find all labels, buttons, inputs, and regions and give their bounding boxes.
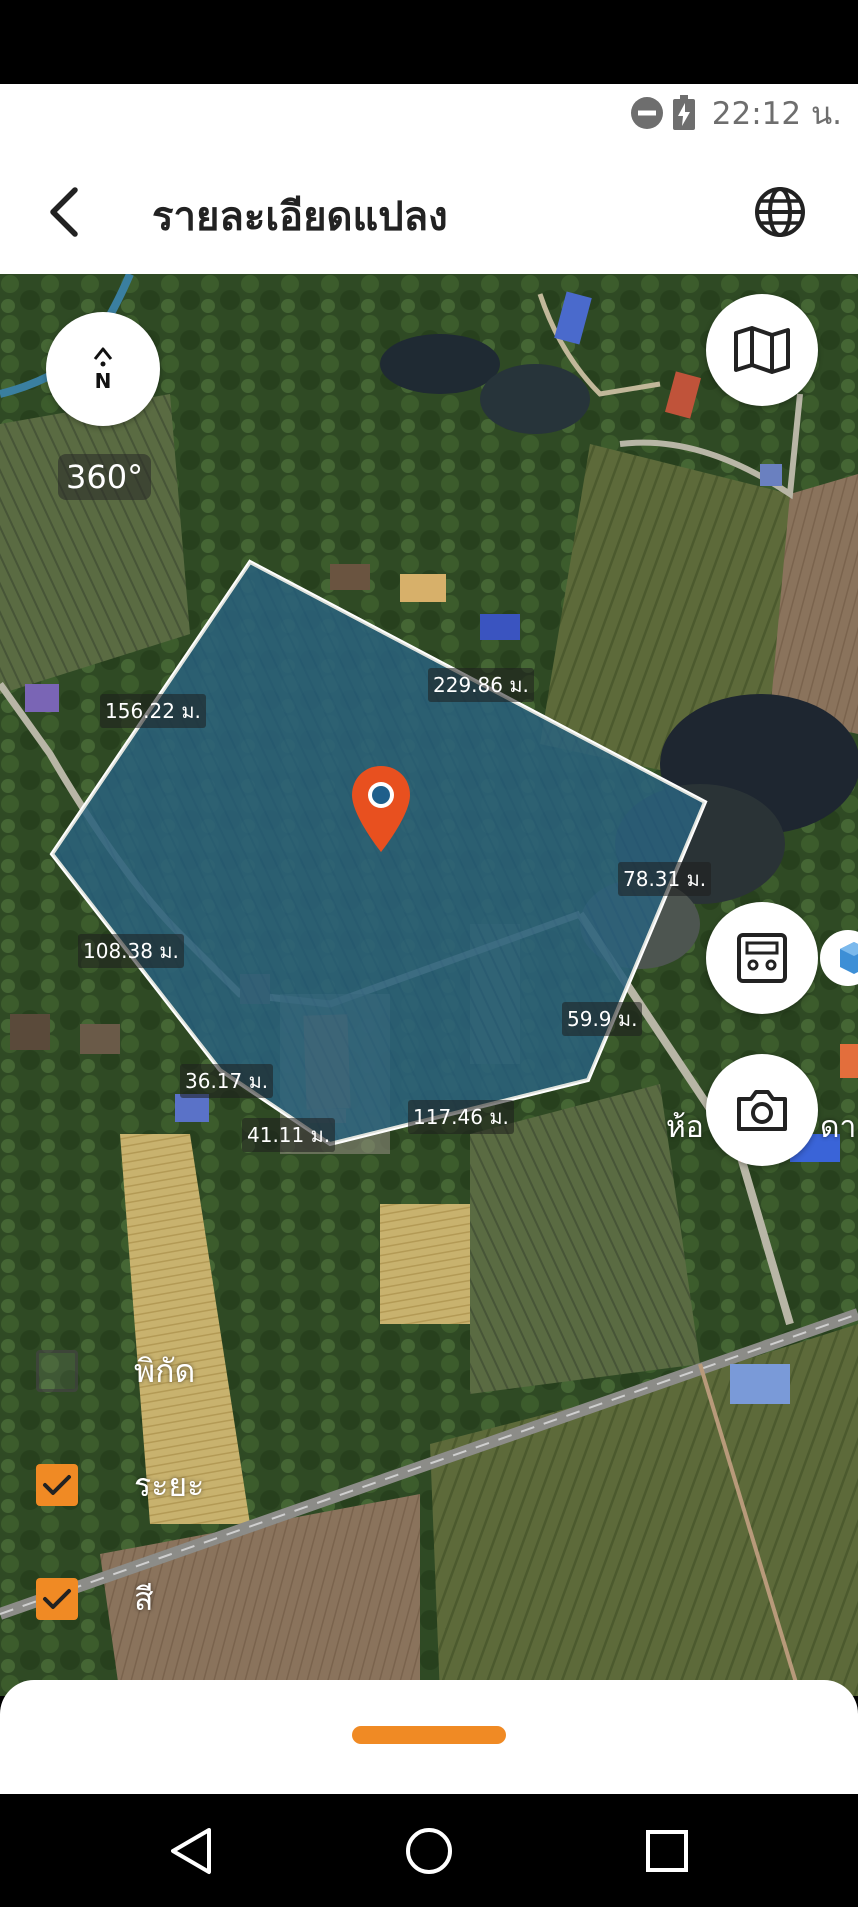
app-bar: รายละเอียดแปลง (0, 150, 858, 274)
status-icons: 22:12 น. (630, 92, 842, 134)
place-label: ดา (820, 1110, 857, 1145)
map-icon (734, 326, 790, 374)
do-not-disturb-icon (630, 97, 663, 129)
check-icon (43, 1589, 71, 1609)
location-pin-icon (352, 766, 410, 852)
dot-icon (100, 361, 106, 367)
nav-back-button[interactable] (156, 1816, 226, 1886)
nav-home-button[interactable] (394, 1816, 464, 1886)
layer-toggle-distance[interactable]: ระยะ (36, 1462, 204, 1508)
layer-toggle-coordinates[interactable]: พิกัด (36, 1348, 195, 1394)
nav-home-icon (406, 1828, 452, 1874)
back-button[interactable] (30, 180, 100, 244)
distance-label: 156.22 ม. (100, 694, 206, 728)
camera-button[interactable] (706, 1054, 818, 1166)
screen: 22:12 น. รายละเอียดแปลง N 360° 156.22 ม.… (0, 0, 858, 1907)
compass-north-label: N (94, 369, 112, 393)
checkbox-checked[interactable] (36, 1464, 78, 1506)
satellite-map[interactable]: N 360° 156.22 ม. 229.86 ม. 78.31 ม. 59.9… (0, 274, 858, 1696)
distance-label: 59.9 ม. (562, 1002, 643, 1036)
distance-label: 108.38 ม. (78, 934, 184, 968)
chevron-up-icon (93, 347, 113, 360)
layer-label: ระยะ (134, 1465, 205, 1504)
distance-label: 41.11 ม. (242, 1118, 336, 1152)
nav-recents-button[interactable] (632, 1816, 702, 1886)
place-label: ห้อ (666, 1110, 704, 1145)
back-arrow-icon (50, 187, 78, 237)
page-title: รายละเอียดแปลง (152, 194, 448, 240)
calculator-button[interactable] (706, 902, 818, 1014)
nav-recents-icon (646, 1830, 688, 1872)
system-nav-bar (0, 1794, 858, 1907)
layer-label: พิกัด (134, 1351, 196, 1390)
map-type-button[interactable] (706, 294, 818, 406)
layer-label: สี (134, 1579, 154, 1618)
distance-label: 229.86 ม. (428, 668, 534, 702)
cube-icon (840, 942, 858, 974)
globe-button[interactable] (744, 176, 816, 248)
distance-label: 78.31 ม. (618, 862, 712, 896)
sheet-drag-handle[interactable] (352, 1726, 506, 1744)
status-time: 22:12 น. (711, 96, 842, 132)
bottom-sheet[interactable] (0, 1680, 858, 1794)
status-bar-top (0, 0, 858, 84)
layer-toggle-color[interactable]: สี (36, 1576, 154, 1622)
compass-button[interactable]: N (46, 312, 160, 426)
rotation-degree-label: 360° (58, 454, 152, 500)
distance-label: 117.46 ม. (408, 1100, 514, 1134)
camera-icon (737, 1090, 787, 1131)
battery-charging-icon (672, 95, 695, 130)
globe-icon (755, 187, 805, 237)
distance-label: 36.17 ม. (180, 1064, 274, 1098)
nav-back-icon (171, 1828, 211, 1874)
calculator-icon (737, 933, 787, 983)
checkbox-checked[interactable] (36, 1578, 78, 1620)
check-icon (43, 1475, 71, 1495)
checkbox[interactable] (36, 1350, 78, 1392)
